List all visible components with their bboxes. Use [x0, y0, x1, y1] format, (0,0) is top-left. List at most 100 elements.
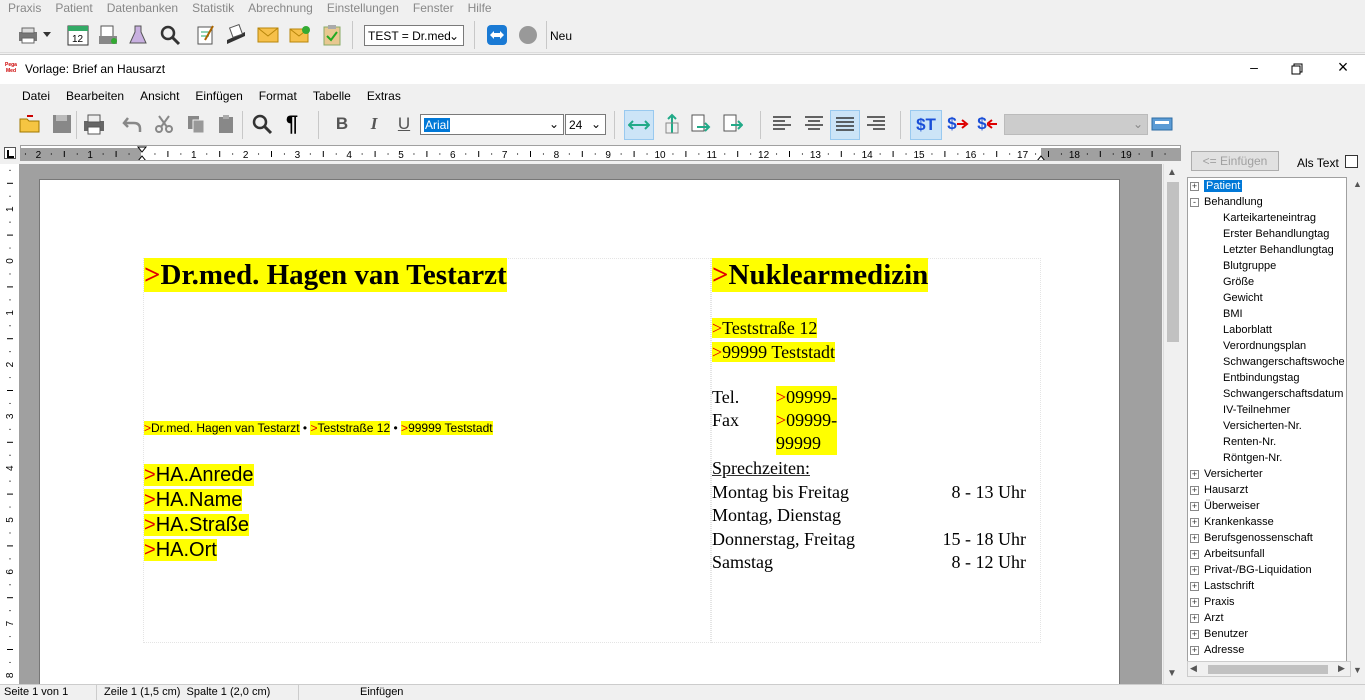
- tree-subitem[interactable]: Renten-Nr.: [1223, 434, 1276, 450]
- tree-item-behandlung[interactable]: Behandlung: [1204, 194, 1263, 210]
- field-select[interactable]: ⌄: [1004, 114, 1148, 135]
- tree-subitem[interactable]: IV-Teilnehmer: [1223, 402, 1290, 418]
- editor-menu-item[interactable]: Bearbeiten: [66, 89, 124, 103]
- tree-subitem[interactable]: Blutgruppe: [1223, 258, 1276, 274]
- main-menu-item[interactable]: Abrechnung: [248, 1, 313, 15]
- scroll-down-icon[interactable]: ▼: [1167, 668, 1177, 679]
- cut-icon[interactable]: [152, 112, 176, 136]
- align-left-icon[interactable]: [770, 112, 794, 136]
- field-text-button[interactable]: $T: [910, 110, 942, 140]
- font-size-select[interactable]: 24 ⌄: [565, 114, 606, 135]
- expand-icon[interactable]: +: [1190, 598, 1199, 607]
- tree-hscrollbar[interactable]: ◀ ▶: [1187, 661, 1351, 677]
- main-menu-item[interactable]: Fenster: [413, 1, 454, 15]
- expand-icon[interactable]: +: [1190, 534, 1199, 543]
- tree-subitem[interactable]: Entbindungstag: [1223, 370, 1299, 386]
- scroll-up-icon[interactable]: ▲: [1353, 179, 1362, 189]
- tree-item[interactable]: Überweiser: [1204, 498, 1260, 514]
- insert-field-button[interactable]: <= Einfügen: [1191, 151, 1279, 171]
- expand-icon[interactable]: +: [1190, 582, 1199, 591]
- font-select[interactable]: Arial ⌄: [420, 114, 564, 135]
- open-folder-icon[interactable]: [18, 112, 42, 136]
- tree-item[interactable]: Krankenkasse: [1204, 514, 1274, 530]
- as-text-checkbox[interactable]: [1345, 155, 1358, 168]
- document-page[interactable]: >Dr.med. Hagen van Testarzt >Dr.med. Hag…: [39, 179, 1120, 684]
- vertical-scrollbar[interactable]: ▲ ▼: [1163, 164, 1181, 684]
- editor-menu-item[interactable]: Format: [259, 89, 297, 103]
- teamviewer-icon[interactable]: [485, 23, 509, 47]
- neu-button[interactable]: Neu: [550, 29, 572, 43]
- hscroll-thumb[interactable]: [1208, 665, 1328, 674]
- editor-menu-item[interactable]: Extras: [367, 89, 401, 103]
- tree-subitem[interactable]: Versicherten-Nr.: [1223, 418, 1302, 434]
- tab-stop-selector[interactable]: [4, 147, 16, 159]
- save-icon[interactable]: [50, 112, 74, 136]
- underline-button[interactable]: U: [392, 112, 416, 136]
- expand-icon[interactable]: +: [1190, 182, 1199, 191]
- restore-icon[interactable]: [1287, 59, 1307, 79]
- mail-icon[interactable]: [256, 23, 280, 47]
- tree-item[interactable]: Adresse: [1204, 642, 1244, 658]
- chevron-down-icon[interactable]: [40, 23, 54, 47]
- lab-flask-icon[interactable]: [126, 23, 150, 47]
- main-menu-item[interactable]: Hilfe: [468, 1, 492, 15]
- tree-subitem[interactable]: Schwangerschaftsdatum: [1223, 386, 1343, 402]
- tree-subitem[interactable]: Gewicht: [1223, 290, 1263, 306]
- scroll-down-icon[interactable]: ▼: [1353, 665, 1362, 675]
- copy-icon[interactable]: [184, 112, 208, 136]
- minimize-icon[interactable]: –: [1244, 59, 1264, 79]
- zoom-search-icon[interactable]: [250, 112, 274, 136]
- document-area[interactable]: >Dr.med. Hagen van Testarzt >Dr.med. Hag…: [20, 164, 1162, 684]
- italic-button[interactable]: I: [362, 112, 386, 136]
- main-menu-item[interactable]: Praxis: [8, 1, 41, 15]
- tree-subitem[interactable]: Laborblatt: [1223, 322, 1272, 338]
- expand-icon[interactable]: +: [1190, 518, 1199, 527]
- tree-item[interactable]: Praxis: [1204, 594, 1235, 610]
- expand-icon[interactable]: +: [1190, 470, 1199, 479]
- tree-item-patient[interactable]: Patient: [1204, 178, 1243, 194]
- tree-item[interactable]: Versicherter: [1204, 466, 1263, 482]
- tree-subitem[interactable]: Schwangerschaftswoche: [1223, 354, 1345, 370]
- main-menu-item[interactable]: Patient: [55, 1, 92, 15]
- search-icon[interactable]: [158, 23, 182, 47]
- collapse-icon[interactable]: -: [1190, 198, 1199, 207]
- tree-subitem[interactable]: Größe: [1223, 274, 1254, 290]
- editor-menu-item[interactable]: Tabelle: [313, 89, 351, 103]
- mail-add-icon[interactable]: [288, 23, 312, 47]
- tree-subitem[interactable]: Verordnungsplan: [1223, 338, 1306, 354]
- editor-menu-item[interactable]: Einfügen: [195, 89, 242, 103]
- scrollbar-thumb[interactable]: [1167, 182, 1179, 342]
- tree-subitem[interactable]: Erster Behandlungtag: [1223, 226, 1329, 242]
- status-circle-icon[interactable]: [516, 23, 540, 47]
- field-remove-button[interactable]: $: [974, 112, 1002, 136]
- bold-button[interactable]: B: [330, 112, 354, 136]
- editor-menu-item[interactable]: Ansicht: [140, 89, 179, 103]
- main-menu-item[interactable]: Statistik: [192, 1, 234, 15]
- panel-toggle-icon[interactable]: [1150, 112, 1174, 136]
- expand-icon[interactable]: +: [1190, 486, 1199, 495]
- field-tree[interactable]: Patient + Behandlung - Karteikarteneintrag Er…: [1187, 177, 1347, 677]
- scroll-left-icon[interactable]: ◀: [1190, 663, 1197, 674]
- field-insert-button[interactable]: $: [944, 112, 972, 136]
- tree-item[interactable]: Lastschrift: [1204, 578, 1254, 594]
- tree-item[interactable]: Berufsgenossenschaft: [1204, 530, 1313, 546]
- tree-scrollbar[interactable]: ▲ ▼: [1351, 177, 1365, 677]
- page-insert-icon[interactable]: [688, 112, 712, 136]
- horizontal-fit-icon[interactable]: [624, 110, 654, 140]
- page-export-icon[interactable]: [720, 112, 744, 136]
- tree-item[interactable]: Benutzer: [1204, 626, 1248, 642]
- print-preview-icon[interactable]: [96, 23, 120, 47]
- paste-icon[interactable]: [214, 112, 238, 136]
- tree-subitem[interactable]: Röntgen-Nr.: [1223, 450, 1282, 466]
- align-right-icon[interactable]: [864, 112, 888, 136]
- vertical-ruler[interactable]: 1 0 1 2 3 4 5 6 7 8: [0, 164, 20, 684]
- expand-icon[interactable]: +: [1190, 550, 1199, 559]
- tree-subitem[interactable]: Karteikarteneintrag: [1223, 210, 1316, 226]
- scanner-icon[interactable]: [224, 23, 248, 47]
- tree-subitem[interactable]: Letzter Behandlungtag: [1223, 242, 1334, 258]
- expand-icon[interactable]: +: [1190, 630, 1199, 639]
- tree-item[interactable]: Privat-/BG-Liquidation: [1204, 562, 1312, 578]
- expand-icon[interactable]: +: [1190, 646, 1199, 655]
- align-justify-icon[interactable]: [830, 110, 860, 140]
- scroll-right-icon[interactable]: ▶: [1338, 663, 1345, 674]
